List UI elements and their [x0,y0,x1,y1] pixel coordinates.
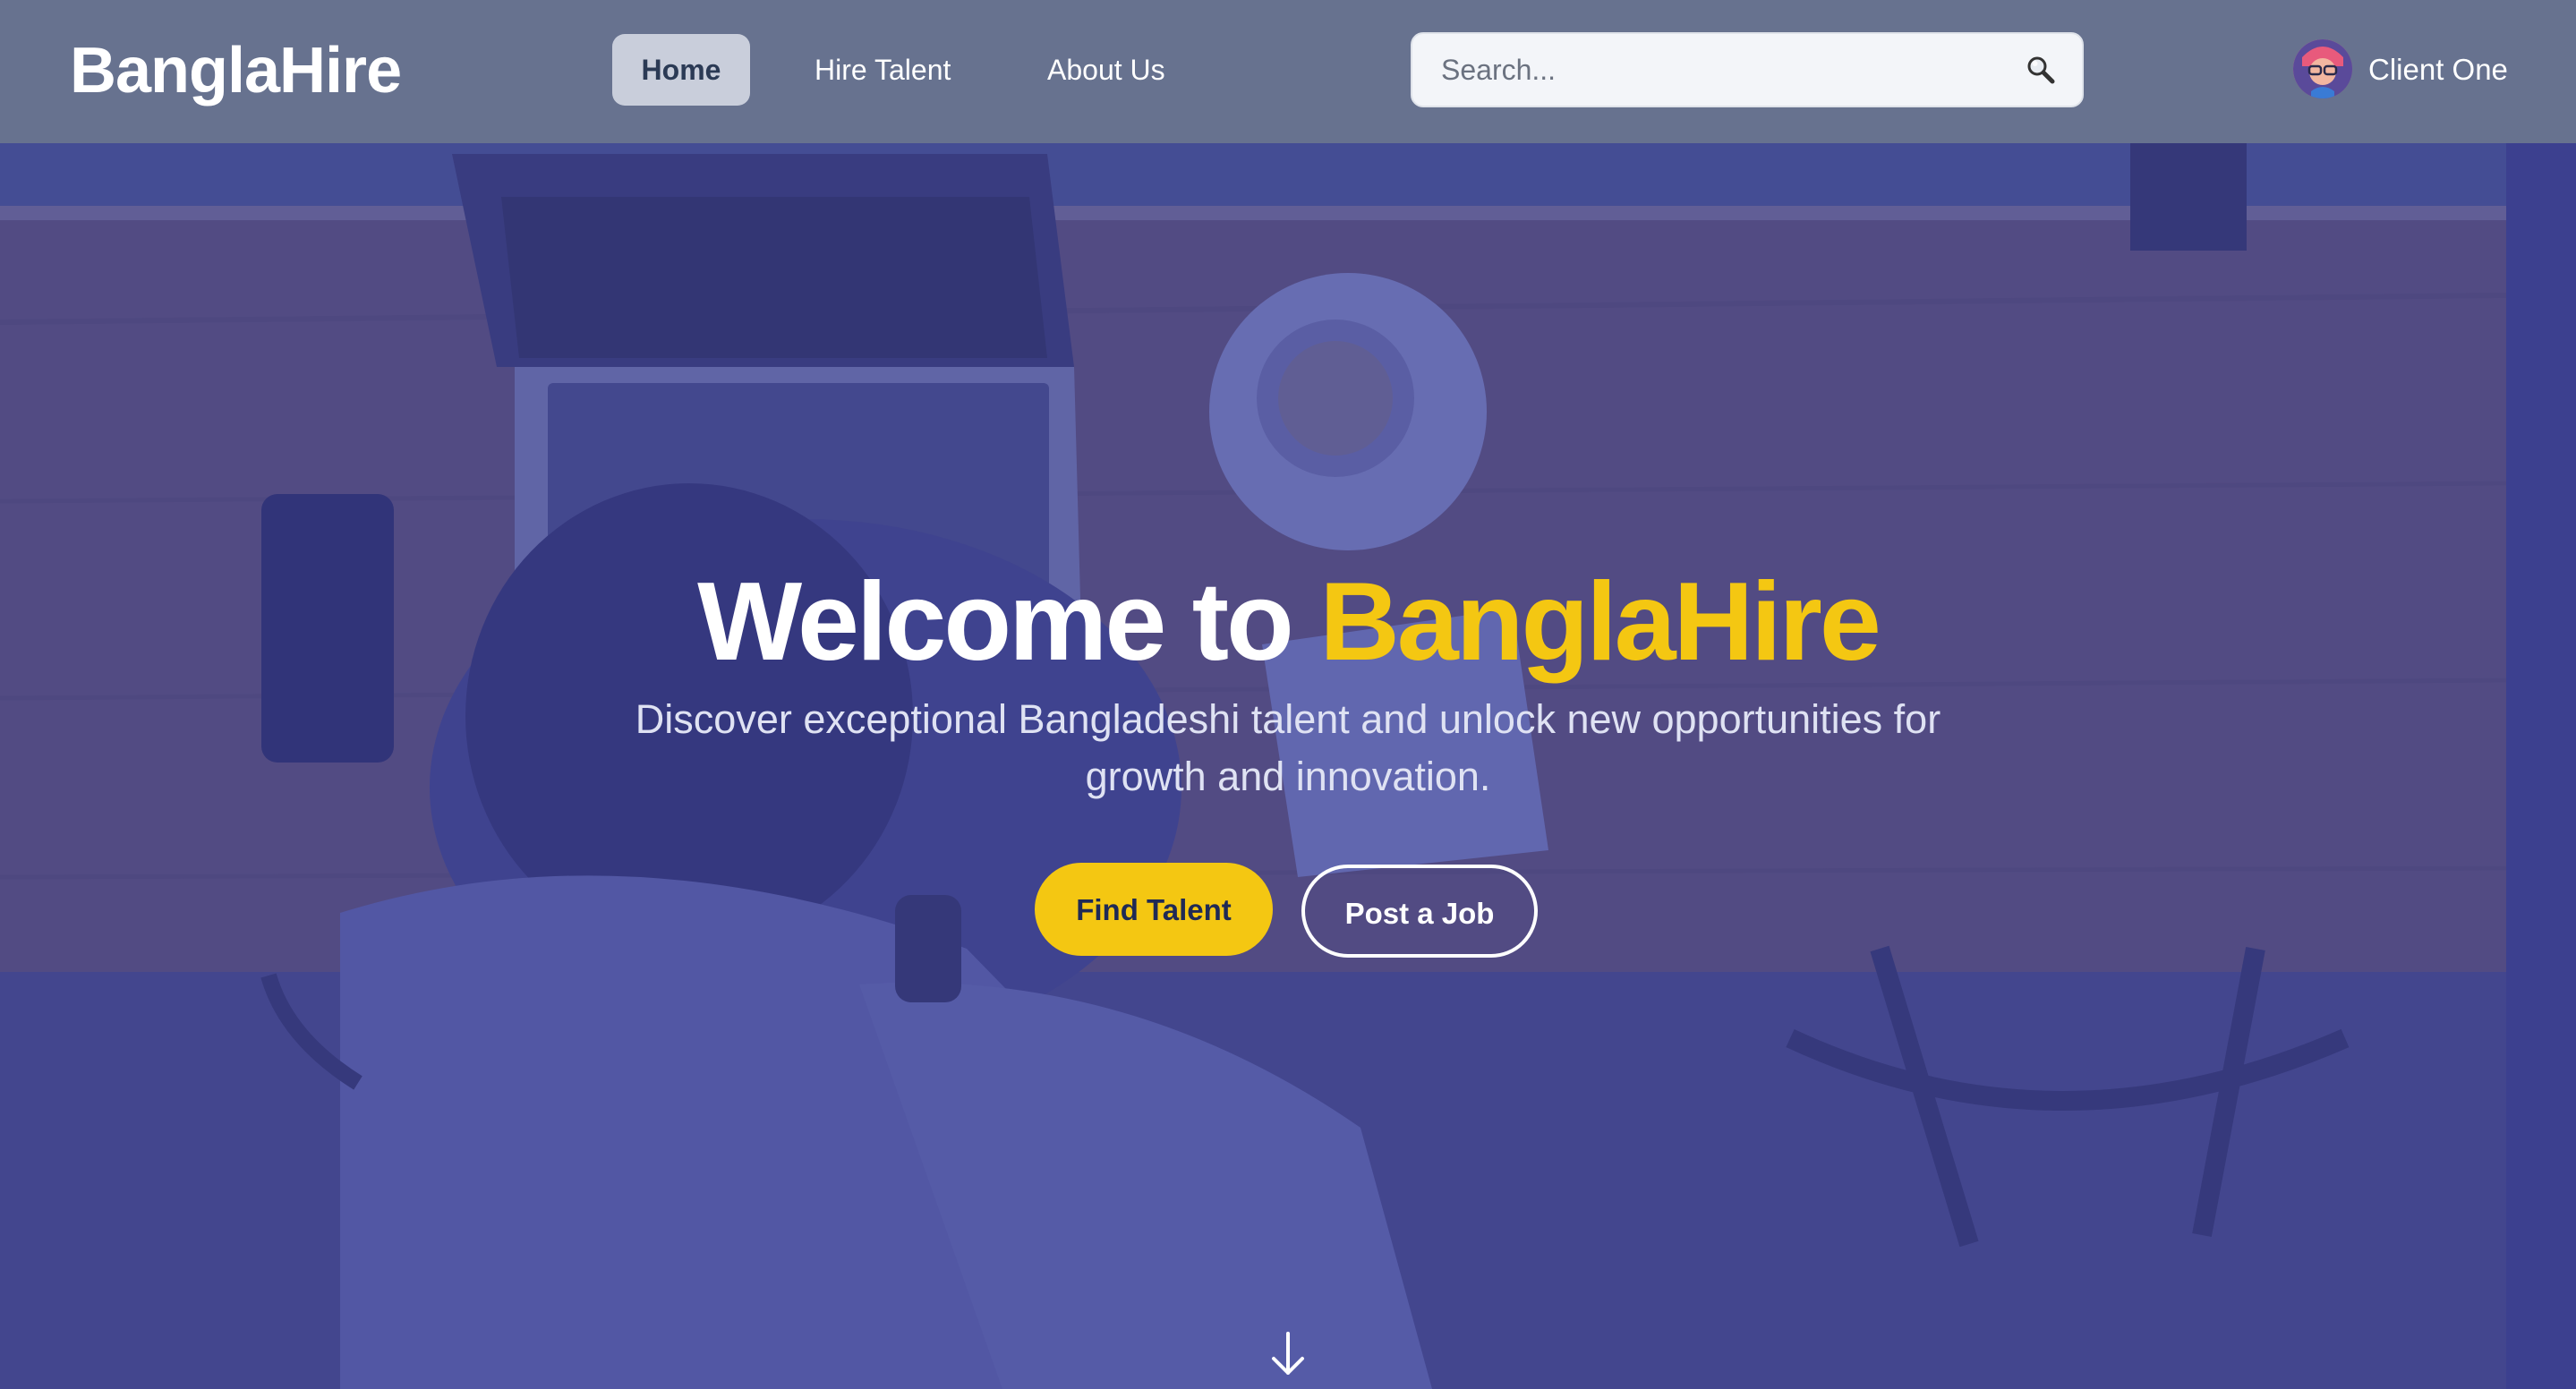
nav-home-link[interactable]: Home [612,34,750,106]
brand-logo[interactable]: BanglaHire [70,30,402,111]
page: BanglaHire Home Hire Talent About Us Sea… [0,0,2576,1389]
post-a-job-button[interactable]: Post a Job [1301,865,1538,958]
arrow-down-icon[interactable] [1266,1330,1310,1378]
avatar[interactable] [2293,39,2352,98]
find-talent-button[interactable]: Find Talent [1035,863,1273,956]
nav-hire-talent-link[interactable]: Hire Talent [815,34,951,106]
hero-title-prefix: Welcome to [697,560,1320,684]
hero-section: Welcome to BanglaHire Discover exception… [0,143,2576,1389]
hero-subtitle: Discover exceptional Bangladeshi talent … [635,696,1941,799]
hero-title-accent: BanglaHire [1319,560,1881,684]
user-name[interactable]: Client One [2368,50,2508,89]
hero-title: Welcome to BanglaHire [0,555,2576,689]
search-icon[interactable] [2025,54,2057,86]
nav-about-us-link[interactable]: About Us [1047,34,1165,106]
search-input[interactable] [1412,34,2021,106]
navbar: BanglaHire Home Hire Talent About Us Sea… [0,0,2576,143]
avatar-illustration [2293,39,2352,98]
search-bar [1411,32,2084,107]
